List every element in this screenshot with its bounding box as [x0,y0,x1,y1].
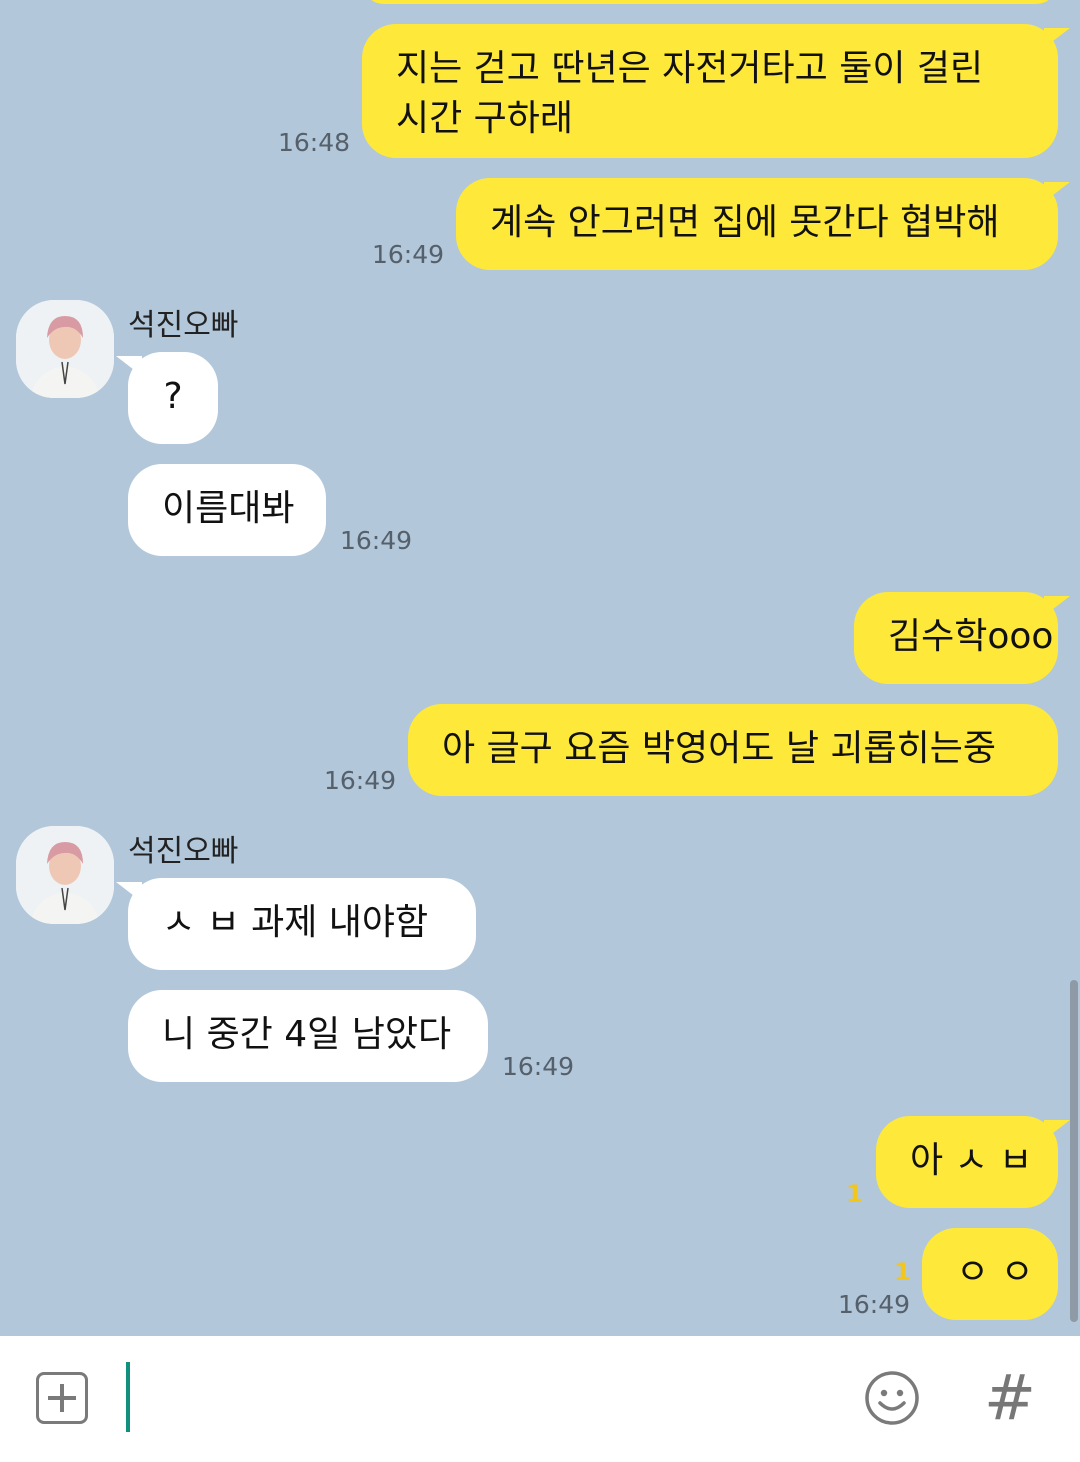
avatar-image [16,826,114,924]
message-bubble-received[interactable]: 이름대봐 [128,464,326,556]
message-time: 16:49 [372,240,445,269]
contact-name: 석진오빠 [128,834,239,869]
hash-icon[interactable]: # [984,1366,1036,1430]
message-bubble-sent[interactable] [362,0,1058,4]
message-input-field[interactable] [126,1362,130,1432]
contact-name: 석진오빠 [128,308,239,343]
message-text: ㅅ ㅂ 과제 내야함 [162,902,429,943]
message-bubble-sent[interactable]: 아 ㅅ ㅂ [876,1116,1070,1208]
scrollbar[interactable] [1070,980,1078,1322]
message-bubble-sent[interactable]: 지는 걷고 딴년은 자전거타고 둘이 걸린 시간 구하래 [362,24,1070,158]
avatar-image [16,300,114,398]
message-text: 시간 구하래 [396,98,574,139]
chat-area[interactable]: 지는 걷고 딴년은 자전거타고 둘이 걸린 시간 구하래 16:48 계속 안그… [0,0,1080,1336]
contact-avatar[interactable] [16,300,114,398]
message-text: 아 글구 요즘 박영어도 날 괴롭히는중 [442,728,997,769]
contact-avatar[interactable] [16,826,114,924]
message-bubble-sent[interactable]: 아 글구 요즘 박영어도 날 괴롭히는중 [408,704,1058,796]
message-text: 지는 걷고 딴년은 자전거타고 둘이 걸린 [396,48,984,89]
message-bubble-sent[interactable]: ㅇ ㅇ [922,1228,1058,1320]
message-text: 김수학ooo [888,616,1054,657]
message-text: 니 중간 4일 남았다 [162,1014,452,1055]
message-bubble-received[interactable]: ? [116,352,218,444]
message-bubble-sent[interactable]: 김수학ooo [854,592,1070,684]
emoji-icon[interactable] [864,1370,920,1426]
message-time: 16:49 [502,1052,575,1081]
plus-icon[interactable] [36,1372,88,1424]
message-text: 이름대봐 [162,488,295,529]
message-time: 16:48 [278,128,351,157]
message-text: ㅇ ㅇ [956,1252,1034,1293]
message-time: 16:49 [838,1290,911,1319]
unread-count: 1 [894,1258,911,1286]
message-text: 아 ㅅ ㅂ [910,1140,1033,1181]
message-time: 16:49 [324,766,397,795]
message-bubble-received[interactable]: ㅅ ㅂ 과제 내야함 [116,878,476,970]
message-time: 16:49 [340,526,413,555]
message-bubble-sent[interactable]: 계속 안그러면 집에 못간다 협박해 [456,178,1070,270]
message-bubble-received[interactable]: 니 중간 4일 남았다 [128,990,488,1082]
message-text: ? [163,376,183,417]
unread-count: 1 [846,1180,863,1208]
message-text: 계속 안그러면 집에 못간다 협박해 [490,202,1000,243]
